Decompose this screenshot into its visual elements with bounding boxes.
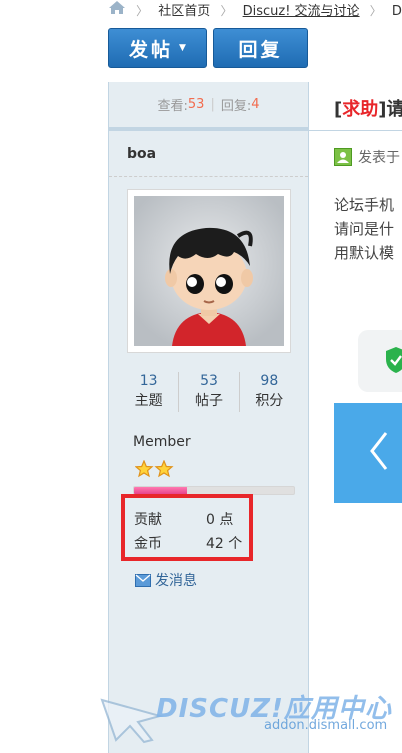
tag-bracket-open: [ [334, 99, 343, 120]
caret-down-icon: ▼ [179, 43, 186, 53]
stat-value: 98 [260, 373, 279, 389]
breadcrumb-item-home[interactable]: 社区首页 [158, 4, 210, 19]
avatar[interactable] [127, 189, 291, 353]
post-body-line: 请问是什 [334, 220, 395, 238]
breadcrumb: 〉 社区首页 〉 Discuz! 交流与讨论 〉 Di [108, 0, 402, 19]
new-post-label: 发帖 [129, 38, 174, 61]
star-icon [154, 459, 174, 478]
stat-value: 13 [139, 373, 158, 389]
replies-count: 4 [251, 97, 260, 112]
watermark-url: addon.dismall.com [264, 718, 388, 733]
chevron-left-icon [370, 432, 388, 470]
contribution-label: 贡献 [134, 512, 162, 528]
avatar-image [134, 196, 284, 346]
chevron-right-icon: 〉 [136, 4, 149, 18]
thread-type-tag[interactable]: 求助 [342, 99, 378, 120]
replies-label: 回复: [220, 99, 252, 114]
divider [109, 127, 308, 131]
watermark: DISCUZ!应用中心 addon.dismall.com [96, 688, 402, 748]
post-meta: 发表于 [334, 147, 400, 167]
breadcrumb-item-forum[interactable]: Discuz! 交流与讨论 [243, 4, 360, 19]
level-progress-fill [134, 487, 187, 494]
user-group[interactable]: Member [133, 434, 191, 450]
coins-row: 金币 42 个 [134, 533, 242, 553]
post-body: 论坛手机 请问是什 用默认模 [334, 193, 394, 265]
divider: | [210, 97, 215, 112]
stat-label: 积分 [255, 393, 284, 409]
online-user-icon [334, 148, 352, 166]
home-icon[interactable] [108, 0, 126, 19]
security-widget[interactable] [358, 330, 402, 392]
shield-check-icon [386, 347, 402, 373]
reply-button[interactable]: 回复 [213, 28, 308, 68]
author-username[interactable]: boa [127, 146, 156, 162]
coins-label: 金币 [134, 536, 162, 552]
views-count: 53 [187, 97, 205, 112]
contribution-value: 0 点 [206, 512, 234, 528]
stat-value: 53 [200, 373, 218, 389]
divider [109, 176, 308, 177]
author-stats: 13 主题 53 帖子 98 积分 [119, 372, 299, 412]
cursor-arrow-icon [100, 698, 164, 744]
posted-label: 发表于 [358, 150, 400, 166]
stat-label: 主题 [134, 393, 163, 409]
send-message-link[interactable]: 发消息 [135, 570, 197, 590]
views-label: 查看: [157, 99, 188, 114]
breadcrumb-item-thread[interactable]: Di [392, 4, 402, 19]
chevron-right-icon: 〉 [220, 4, 233, 18]
rank-stars [134, 459, 175, 482]
send-message-label: 发消息 [155, 573, 197, 589]
author-sidebar: 查看: 53 | 回复: 4 boa 13 主题 53 帖子 98 积分 Mem… [108, 82, 309, 753]
divider [309, 130, 402, 131]
stat-posts[interactable]: 53 帖子 [179, 372, 240, 412]
chevron-right-icon: 〉 [369, 4, 382, 18]
stat-label: 帖子 [194, 393, 223, 409]
thread-title-text: 请 [386, 99, 402, 120]
stat-credits[interactable]: 98 积分 [240, 372, 299, 412]
carousel-prev-button[interactable] [334, 403, 402, 503]
reply-label: 回复 [238, 38, 283, 61]
post-body-line: 用默认模 [334, 244, 395, 262]
stat-threads[interactable]: 13 主题 [119, 372, 180, 412]
coins-value: 42 个 [206, 536, 243, 552]
post-body-line: 论坛手机 [334, 196, 395, 214]
envelope-icon [135, 573, 151, 587]
star-icon [134, 459, 154, 478]
contribution-row: 贡献 0 点 [134, 509, 233, 529]
new-post-button[interactable]: 发帖 ▼ [108, 28, 207, 68]
thread-title: [求助]请 [334, 95, 402, 121]
thread-counts: 查看: 53 | 回复: 4 [109, 82, 308, 127]
